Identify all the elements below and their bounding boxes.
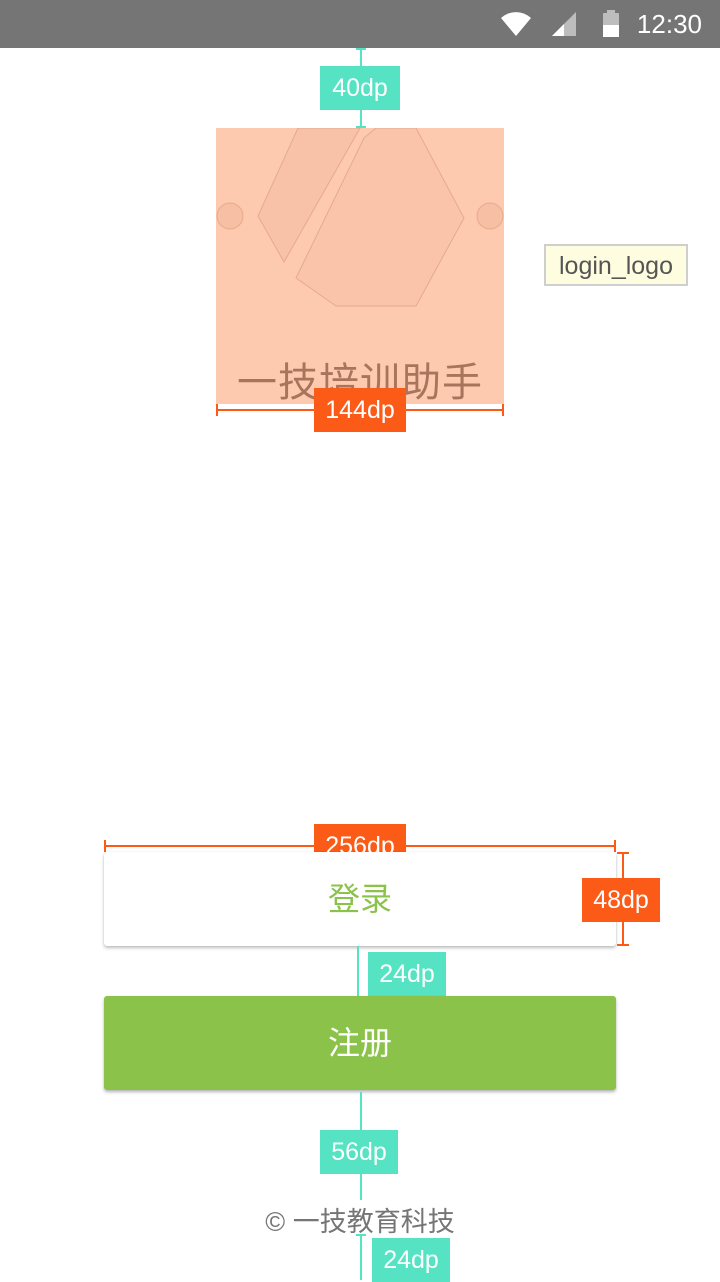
spec-tick [617,944,629,946]
wifi-icon [501,12,531,37]
spec-tick [502,404,504,416]
spec-footer-gap-tag: 56dp [320,1130,398,1174]
login-logo: 一技培训助手 [216,128,504,404]
logo-resource-label: login_logo [544,244,688,286]
spec-line-bottom-margin [360,1234,362,1280]
spec-line-button-gap [357,946,359,996]
register-button[interactable]: 注册 [104,996,616,1090]
spec-tick [356,48,366,50]
spec-tick [617,852,629,854]
battery-icon [603,10,619,37]
cell-signal-icon [552,12,576,36]
spec-logo-width-tag: 144dp [314,388,406,432]
status-time: 12:30 [636,9,702,39]
spec-tick [614,840,616,852]
spec-top-margin-tag: 40dp [320,66,400,110]
spec-tick [356,1234,366,1236]
spec-bottom-margin-tag: 24dp [372,1238,450,1282]
spec-tick [104,840,106,852]
login-button[interactable]: 登录 [104,852,616,946]
spec-tick [216,404,218,416]
spec-button-gap-tag: 24dp [368,952,446,996]
spec-button-height-tag: 48dp [582,878,660,922]
status-bar: 12:30 [0,0,720,48]
